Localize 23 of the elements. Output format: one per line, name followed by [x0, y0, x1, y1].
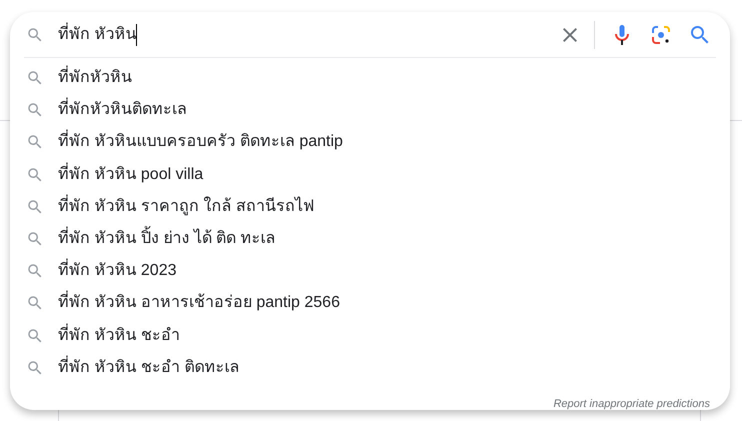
suggestion-item[interactable]: ที่พัก หัวหิน ปิ้ง ย่าง ได้ ติด ทะเล [58, 228, 276, 250]
search-icon [26, 358, 44, 377]
suggestion-item[interactable]: ที่พักหัวหิน [58, 67, 132, 90]
search-field[interactable]: ที่พัก หัวหิน [58, 24, 138, 46]
search-icon [26, 26, 44, 44]
search-icon [26, 69, 44, 88]
search-icon [26, 133, 44, 152]
search-icon [26, 101, 44, 120]
search-icon [26, 230, 44, 248]
suggestion-item[interactable]: ที่พัก หัวหิน ชะอำ [58, 324, 180, 347]
suggestion-item[interactable]: ที่พัก หัวหิน อาหารเช้าอร่อย pantip 2566 [58, 292, 340, 314]
search-icon [26, 166, 44, 184]
report-link[interactable]: Report inappropriate predictions [553, 398, 710, 410]
suggestion-item[interactable]: ที่พัก หัวหิน ชะอำ ติดทะเล [58, 356, 240, 379]
search-icon [26, 262, 44, 280]
search-icon [26, 294, 44, 312]
suggestion-item[interactable]: ที่พักหัวหินติดทะเล [58, 99, 187, 122]
suggestion-item[interactable]: ที่พัก หัวหิน 2023 [58, 260, 176, 282]
suggestion-item[interactable]: ที่พัก หัวหิน pool villa [58, 164, 204, 186]
suggestion-item[interactable]: ที่พัก หัวหิน ราคาถูก ใกล้ สถานีรถไฟ [58, 196, 314, 218]
search-icon [26, 198, 44, 216]
suggestion-item[interactable]: ที่พัก หัวหินแบบครอบครัว ติดทะเล pantip [58, 131, 343, 154]
search-icon [26, 326, 44, 345]
